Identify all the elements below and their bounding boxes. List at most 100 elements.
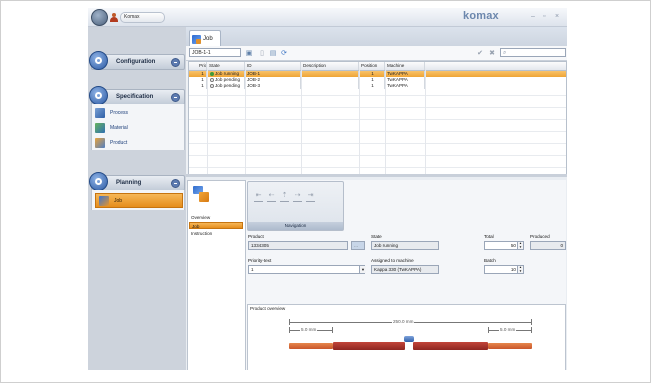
close-button[interactable]: ×	[555, 13, 559, 20]
batch-stepper[interactable]: 10 ▲ ▼	[484, 265, 524, 274]
app-window: Komax komax – ▫ × Configuration Specific…	[88, 8, 567, 370]
navigation-group: ⇤ ⇠ ⇡ ⇢ ⇥ Navigation	[247, 181, 344, 231]
product-field[interactable]: 1334305	[248, 241, 348, 250]
collapse-toggle-icon[interactable]	[171, 179, 180, 188]
spin-arrows-icon[interactable]: ▲ ▼	[517, 265, 523, 273]
user-name: Komax	[120, 11, 165, 23]
job-overview-icon	[193, 186, 209, 202]
maximize-button[interactable]: ▫	[543, 13, 545, 20]
ellipsis-icon: …	[354, 243, 358, 248]
batch-label: Batch	[484, 258, 496, 263]
sidebar-item-material[interactable]: Material	[95, 121, 128, 134]
up-record-icon[interactable]: ⇡	[280, 192, 289, 202]
previous-record-icon[interactable]: ⇠	[267, 192, 276, 202]
detail-navigation: Overview Job Instruction	[187, 180, 246, 370]
collapse-toggle-icon[interactable]	[171, 93, 180, 102]
column-header-description[interactable]: Description	[301, 62, 359, 70]
tab-job[interactable]: Job	[189, 30, 221, 47]
main-content: Job JOB-1-1 ▣ ▯ ▤ ⟳ ✔ ✖ ⌕ Prio... State …	[186, 27, 567, 370]
user-icon	[110, 12, 118, 22]
column-header-position[interactable]: Position	[359, 62, 385, 70]
refresh-icon[interactable]: ⟳	[279, 48, 289, 58]
app-menu-orb-icon[interactable]	[91, 9, 108, 26]
right-strip-text: 5.0 mm	[499, 327, 517, 332]
tab-strip: Job	[186, 27, 567, 47]
job-icon	[192, 34, 201, 44]
detail-nav-instruction[interactable]: Instruction	[189, 230, 243, 237]
configuration-icon	[89, 51, 108, 70]
grid-line	[425, 70, 426, 174]
running-status-icon	[210, 72, 214, 76]
grid-line	[385, 70, 386, 174]
save-icon[interactable]: ▣	[244, 48, 254, 58]
machine-field[interactable]: Kappa 330 (TwKAPPA)	[371, 265, 439, 274]
navigation-label: Navigation	[248, 222, 343, 230]
cell-prio: 1	[197, 83, 207, 89]
specification-items: Process Material Product	[91, 104, 185, 150]
section-planning[interactable]: Planning	[89, 172, 185, 191]
search-input[interactable]: ⌕	[500, 48, 566, 57]
total-stepper[interactable]: 50 ▲ ▼	[484, 241, 524, 250]
state-field[interactable]: Job running	[371, 241, 439, 250]
section-configuration[interactable]: Configuration	[89, 51, 185, 70]
planning-items: Job	[91, 190, 185, 210]
job-detail-panel: Overview Job Instruction ⇤ ⇠ ⇡ ⇢ ⇥ Navig…	[186, 177, 567, 370]
delete-icon[interactable]: ▯	[257, 48, 267, 58]
chevron-down-icon[interactable]: ▼	[359, 266, 366, 273]
sidebar-item-product[interactable]: Product	[95, 136, 127, 149]
section-specification[interactable]: Specification	[89, 86, 185, 105]
tab-label: Job	[203, 36, 213, 42]
copy-icon[interactable]: ▤	[268, 48, 278, 58]
product-icon	[95, 137, 105, 148]
specification-icon	[89, 86, 108, 105]
marker-icon	[404, 336, 414, 342]
spin-arrows-icon[interactable]: ▲ ▼	[517, 241, 523, 249]
machine-label: Assigned to machine	[371, 258, 414, 263]
grid-line	[245, 70, 246, 174]
job-grid: Prio... State ID Description Position Ma…	[188, 61, 567, 175]
sidebar-item-label: Material	[110, 124, 128, 131]
column-header-state[interactable]: State	[207, 62, 245, 70]
job-select-input[interactable]: JOB-1-1	[189, 48, 241, 57]
last-record-icon[interactable]: ⇥	[306, 192, 315, 202]
first-record-icon[interactable]: ⇤	[254, 192, 263, 202]
sidebar-item-job[interactable]: Job	[95, 193, 183, 208]
total-value: 50	[510, 243, 516, 248]
total-length-text: 250.0 mm	[392, 319, 415, 324]
collapse-toggle-icon[interactable]	[171, 58, 180, 67]
produced-field: 0	[530, 241, 566, 250]
sidebar-item-label: Product	[110, 139, 128, 146]
job-icon	[99, 195, 109, 206]
pending-status-icon	[210, 84, 214, 88]
pending-status-icon	[210, 78, 214, 82]
sidebar-item-process[interactable]: Process	[95, 106, 128, 119]
cable-stripped-right	[488, 343, 532, 349]
column-header-prio[interactable]: Prio...	[197, 62, 207, 70]
section-label: Configuration	[116, 59, 156, 65]
priority-label: Priority-text	[248, 258, 272, 263]
priority-select[interactable]: 1 ▼	[248, 265, 366, 274]
minimize-button[interactable]: –	[531, 13, 535, 20]
detail-nav-overview[interactable]: Overview	[189, 214, 243, 221]
produced-label: Produced	[530, 234, 550, 239]
column-header-id[interactable]: ID	[245, 62, 301, 70]
material-icon	[95, 122, 105, 133]
user-badge[interactable]: Komax	[110, 11, 165, 23]
priority-value: 1	[251, 267, 254, 272]
cell-id: JOB-3	[245, 83, 301, 89]
cable-stripped-left	[289, 343, 333, 349]
sidebar-item-label: Process	[110, 109, 129, 116]
confirm-icon[interactable]: ✔	[475, 48, 485, 58]
cancel-icon[interactable]: ✖	[487, 48, 497, 58]
grid-line	[301, 70, 302, 174]
cable-insulation-right	[413, 342, 488, 350]
column-header-machine[interactable]: Machine	[385, 62, 425, 70]
cell-position: 1	[359, 83, 385, 89]
section-label: Specification	[116, 94, 154, 100]
next-record-icon[interactable]: ⇢	[293, 192, 302, 202]
detail-nav-job[interactable]: Job	[189, 222, 243, 229]
sidebar: Configuration Specification Process Mate…	[88, 27, 186, 370]
product-lookup-button[interactable]: …	[351, 241, 365, 250]
sidebar-item-label: Job	[114, 197, 123, 204]
planning-icon	[89, 172, 108, 191]
